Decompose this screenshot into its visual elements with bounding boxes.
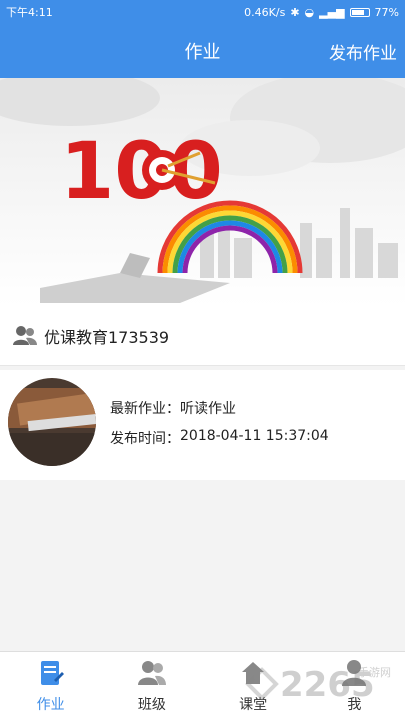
classroom-icon: [242, 662, 265, 684]
latest-homework-label: 最新作业：: [110, 401, 180, 417]
banner-image: 100: [0, 78, 405, 306]
battery-icon: [349, 7, 370, 17]
homework-card[interactable]: 最新作业： 听读作业 发布时间： 2018-04-11 15:37:04: [0, 370, 405, 480]
wifi-icon: ◒: [304, 5, 315, 19]
publish-time-line: 发布时间： 2018-04-11 15:37:04: [110, 428, 329, 448]
publish-time-value: 2018-04-11 15:37:04: [180, 428, 329, 444]
tab-homework-label: 作业: [36, 697, 65, 713]
latest-homework-line: 最新作业： 听读作业: [110, 398, 236, 418]
latest-homework-value: 听读作业: [180, 401, 236, 417]
score-text: 100: [60, 127, 223, 217]
publish-homework-button[interactable]: 发布作业: [329, 24, 397, 78]
signal-icon: ▂▄▆: [319, 5, 345, 19]
app-bar: 作业 发布作业: [0, 24, 405, 78]
group-icon: [13, 325, 37, 345]
publish-time-label: 发布时间：: [110, 431, 180, 447]
homework-icon: [40, 661, 64, 685]
class-icon: [137, 661, 166, 685]
tab-class[interactable]: 班级: [101, 652, 202, 720]
network-speed: 0.46K/s: [244, 5, 286, 19]
tab-profile-label: 我: [347, 697, 362, 713]
banner-illustration: 100: [0, 78, 405, 306]
status-icons: 0.46K/s ✱ ◒ ▂▄▆ 77%: [244, 6, 399, 19]
status-bar: 下午4:11 0.46K/s ✱ ◒ ▂▄▆ 77%: [0, 0, 405, 24]
tab-profile[interactable]: 我: [304, 652, 405, 720]
battery-percent: 77%: [374, 5, 399, 19]
class-group-name: 优课教育173539: [44, 327, 170, 347]
bottom-tab-bar: 作业 班级 课堂 我: [0, 651, 405, 720]
tab-class-label: 班级: [137, 697, 166, 713]
tab-classroom-label: 课堂: [239, 697, 268, 713]
tab-classroom[interactable]: 课堂: [203, 652, 304, 720]
bluetooth-icon: ✱: [290, 5, 300, 19]
tab-homework[interactable]: 作业: [0, 652, 101, 720]
status-time: 下午4:11: [6, 6, 53, 19]
homework-thumbnail: [8, 378, 96, 466]
profile-icon: [342, 660, 367, 686]
class-group-row[interactable]: 优课教育173539: [0, 306, 405, 366]
